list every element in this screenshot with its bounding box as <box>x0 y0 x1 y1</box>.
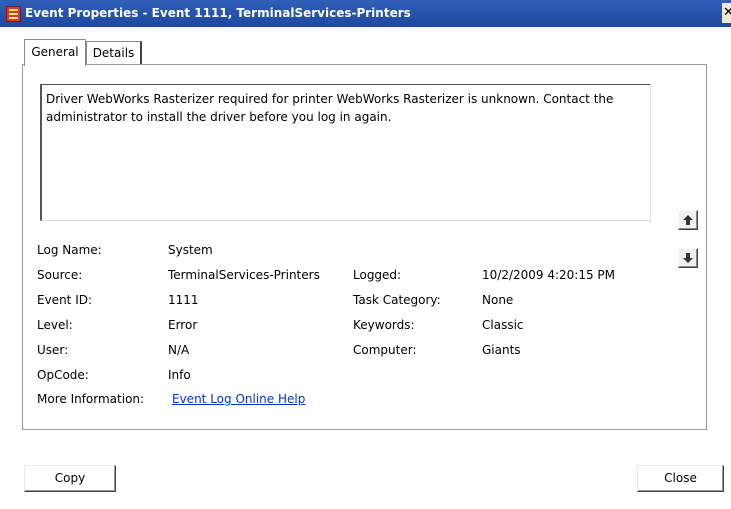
event-log-online-help-link[interactable]: Event Log Online Help <box>172 392 305 407</box>
close-button[interactable]: Close <box>637 465 724 492</box>
event-id-value[interactable]: 1111 <box>168 293 199 308</box>
log-name-value[interactable]: System <box>168 243 213 258</box>
event-viewer-icon <box>6 6 21 22</box>
level-label: Level: <box>37 318 73 332</box>
description-text: Driver WebWorks Rasterizer required for … <box>46 92 614 124</box>
opcode-label: OpCode: <box>37 368 89 382</box>
task-category-value[interactable]: None <box>482 293 513 308</box>
user-label: User: <box>37 343 69 357</box>
keywords-label: Keywords: <box>353 318 415 332</box>
source-value[interactable]: TerminalServices-Printers <box>168 268 320 283</box>
logged-label: Logged: <box>353 268 402 282</box>
computer-label: Computer: <box>353 343 417 357</box>
tab-details[interactable]: Details <box>86 41 142 64</box>
level-value[interactable]: Error <box>168 318 197 333</box>
source-label: Source: <box>37 268 83 282</box>
user-value[interactable]: N/A <box>168 343 189 358</box>
task-category-label: Task Category: <box>353 293 441 307</box>
event-description[interactable]: Driver WebWorks Rasterizer required for … <box>40 84 651 221</box>
event-id-label: Event ID: <box>37 293 93 307</box>
previous-event-button[interactable] <box>678 210 698 230</box>
opcode-value[interactable]: Info <box>168 368 191 383</box>
copy-button[interactable]: Copy <box>24 465 116 492</box>
next-event-button[interactable] <box>678 248 698 268</box>
arrow-down-icon <box>683 253 693 263</box>
log-name-label: Log Name: <box>37 243 102 257</box>
more-info-label: More Information: <box>37 392 145 406</box>
title-bar[interactable]: Event Properties - Event 1111, TerminalS… <box>0 0 731 27</box>
tab-general[interactable]: General <box>24 39 86 66</box>
keywords-value[interactable]: Classic <box>482 318 524 333</box>
logged-value[interactable]: 10/2/2009 4:20:15 PM <box>482 268 615 283</box>
computer-value[interactable]: Giants <box>482 343 521 358</box>
arrow-up-icon <box>683 215 693 225</box>
close-window-button[interactable]: ✕ <box>722 3 731 23</box>
window-title: Event Properties - Event 1111, TerminalS… <box>25 6 411 20</box>
close-icon: ✕ <box>723 5 731 20</box>
